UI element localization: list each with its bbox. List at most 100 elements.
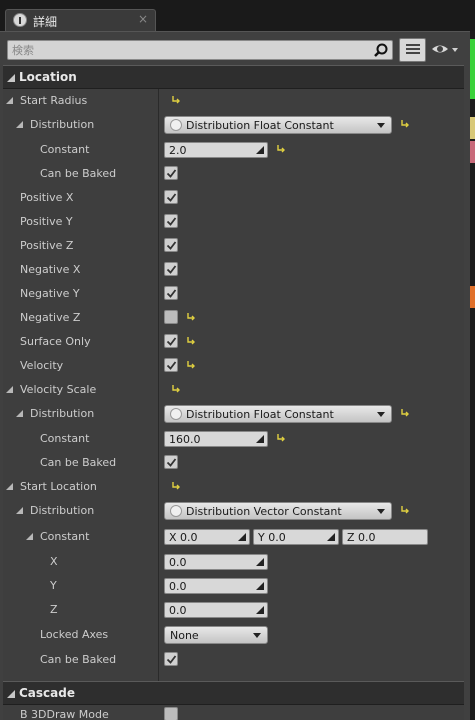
drag-handle-icon[interactable] [327, 533, 335, 541]
expand-arrow-icon[interactable] [6, 386, 13, 393]
reset-to-default-icon[interactable] [276, 143, 286, 153]
class-icon [170, 119, 182, 131]
row-surface-only: Surface Only [3, 330, 464, 354]
checkbox[interactable] [164, 310, 178, 324]
reset-to-default-icon[interactable] [186, 359, 196, 369]
drag-handle-icon[interactable] [256, 435, 264, 443]
info-icon [13, 13, 27, 27]
category-location[interactable]: Location [3, 65, 464, 89]
distribution-dropdown[interactable]: Distribution Float Constant [164, 116, 392, 134]
dropdown-value: Distribution Vector Constant [186, 505, 342, 518]
tab-bar: 詳細 × [0, 0, 475, 32]
constant-number-field[interactable]: 2.0 [164, 142, 268, 158]
property-label: Constant [40, 530, 90, 543]
dropdown-value: Distribution Float Constant [186, 119, 334, 132]
class-icon [170, 505, 182, 517]
details-tab[interactable]: 詳細 × [5, 9, 156, 31]
adjacent-panel-edge [470, 31, 475, 720]
reset-to-default-icon[interactable] [171, 94, 181, 104]
row-positive-z: Positive Z [3, 234, 464, 258]
reset-to-default-icon[interactable] [276, 432, 286, 442]
checkbox[interactable] [164, 334, 178, 348]
vector-x-field[interactable]: X 0.0 [164, 529, 250, 545]
expand-arrow-icon[interactable] [16, 507, 23, 514]
property-label: Positive Z [20, 239, 74, 252]
row-negative-y: Negative Y [3, 282, 464, 306]
reset-to-default-icon[interactable] [400, 118, 410, 128]
details-scroll-area[interactable]: Location Start Radius Distribution Distr… [3, 65, 464, 720]
checkbox[interactable] [164, 286, 178, 300]
property-label: Can be Baked [40, 653, 117, 666]
property-label: Start Radius [20, 94, 88, 107]
property-label: B 3DDraw Mode [20, 708, 109, 720]
reset-to-default-icon[interactable] [171, 383, 181, 393]
row-constant: Constant X 0.0 Y 0.0 Z 0.0 [3, 525, 464, 549]
reset-to-default-icon[interactable] [400, 504, 410, 514]
search-box[interactable] [7, 40, 393, 60]
category-cascade[interactable]: Cascade [3, 681, 464, 705]
checkbox[interactable] [164, 262, 178, 276]
number-value: 2.0 [169, 144, 187, 157]
expand-arrow-icon[interactable] [6, 97, 13, 104]
checkbox[interactable] [164, 190, 178, 204]
search-input[interactable] [12, 42, 362, 58]
row-x: X 0.0 [3, 550, 464, 574]
check-icon [166, 265, 177, 274]
constant-number-field[interactable]: 160.0 [164, 431, 268, 447]
property-label: Distribution [30, 504, 95, 517]
reset-to-default-icon[interactable] [400, 407, 410, 417]
drag-handle-icon[interactable] [256, 582, 264, 590]
color-swatch [470, 141, 475, 163]
collapse-arrow-icon [7, 74, 15, 82]
number-value: 0.0 [169, 604, 187, 617]
property-label: Positive X [20, 191, 74, 204]
color-swatch [470, 39, 475, 99]
vector-z-field[interactable]: Z 0.0 [342, 529, 428, 545]
number-value: 0.0 [169, 580, 187, 593]
reset-to-default-icon[interactable] [186, 335, 196, 345]
distribution-dropdown[interactable]: Distribution Float Constant [164, 405, 392, 423]
property-label: Can be Baked [40, 456, 117, 469]
property-matrix-button[interactable] [399, 38, 426, 62]
chevron-down-icon [377, 509, 385, 514]
checkbox[interactable] [164, 707, 178, 720]
expand-arrow-icon[interactable] [16, 121, 23, 128]
checkbox[interactable] [164, 455, 178, 469]
expand-arrow-icon[interactable] [6, 483, 13, 490]
checkbox[interactable] [164, 358, 178, 372]
property-label: Start Location [20, 480, 97, 493]
collapse-arrow-icon [7, 690, 15, 698]
reset-to-default-icon[interactable] [186, 311, 196, 321]
vector-y-field[interactable]: Y 0.0 [253, 529, 339, 545]
locked-axes-select[interactable]: None [164, 626, 268, 644]
row-can-be-baked: Can be Baked [3, 648, 464, 672]
search-icon[interactable] [374, 43, 388, 57]
x-number-field[interactable]: 0.0 [164, 554, 268, 570]
tab-title: 詳細 [33, 15, 58, 29]
check-icon [166, 458, 177, 467]
expand-arrow-icon[interactable] [26, 533, 33, 540]
check-icon [166, 241, 177, 250]
checkbox[interactable] [164, 652, 178, 666]
z-number-field[interactable]: 0.0 [164, 602, 268, 618]
property-label: Locked Axes [40, 628, 109, 641]
reset-to-default-icon[interactable] [171, 480, 181, 490]
tab-close-button[interactable]: × [138, 12, 148, 26]
distribution-dropdown[interactable]: Distribution Vector Constant [164, 502, 392, 520]
property-label: X [50, 555, 58, 568]
drag-handle-icon[interactable] [238, 533, 246, 541]
checkbox[interactable] [164, 166, 178, 180]
drag-handle-icon[interactable] [256, 606, 264, 614]
checkbox[interactable] [164, 214, 178, 228]
drag-handle-icon[interactable] [256, 558, 264, 566]
property-label: Can be Baked [40, 167, 117, 180]
chevron-down-icon [253, 633, 261, 638]
view-options-eye-icon[interactable] [430, 40, 460, 60]
row-velocity: Velocity [3, 354, 464, 378]
list-view-icon [406, 44, 420, 56]
expand-arrow-icon[interactable] [16, 410, 23, 417]
checkbox[interactable] [164, 238, 178, 252]
color-swatch [470, 117, 475, 139]
y-number-field[interactable]: 0.0 [164, 578, 268, 594]
drag-handle-icon[interactable] [256, 146, 264, 154]
